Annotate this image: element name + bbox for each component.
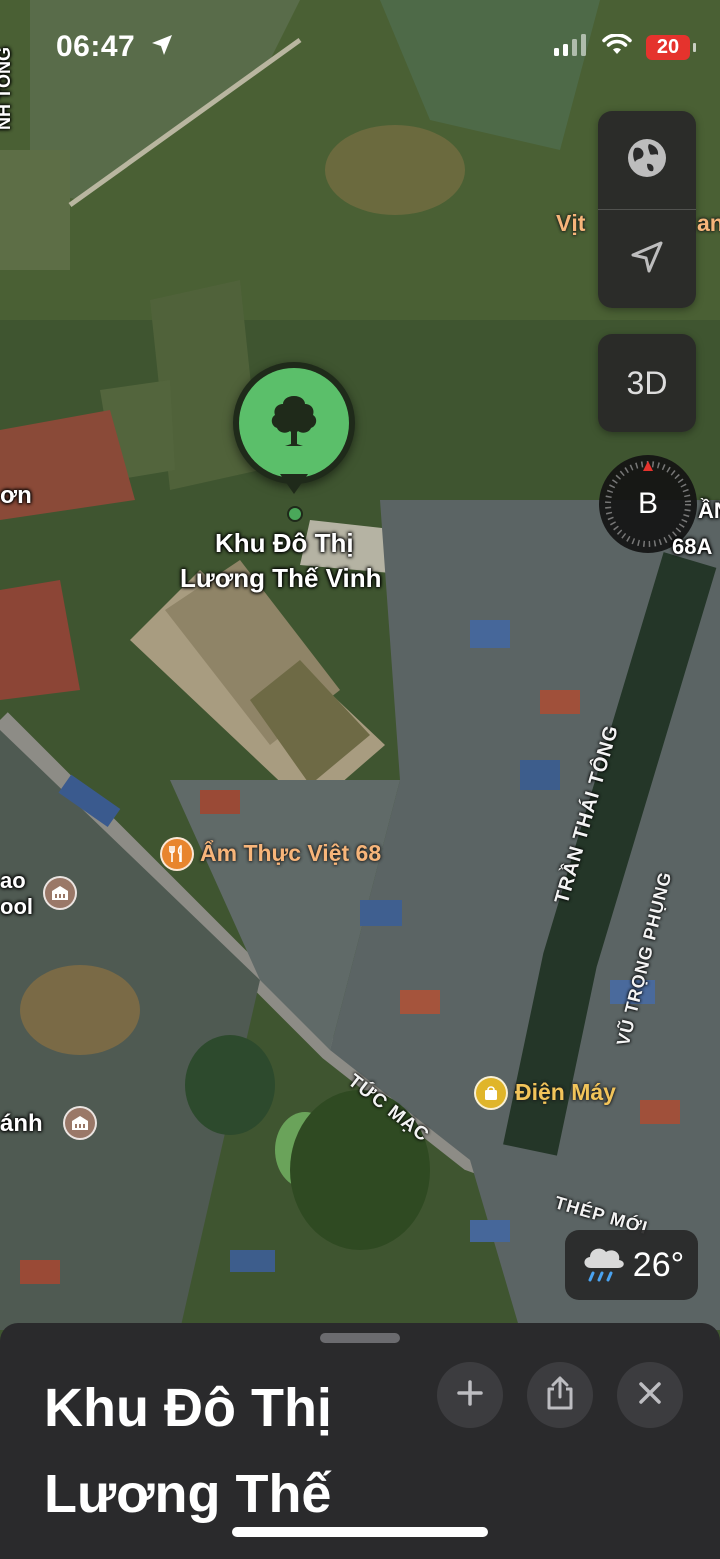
tree-icon (267, 392, 321, 455)
restaurant-poi-label[interactable]: Ẩm Thực Việt 68 (200, 840, 381, 867)
weather-temperature: 26° (632, 1245, 685, 1284)
school-poi-icon[interactable] (43, 876, 77, 910)
home-indicator[interactable] (232, 1527, 488, 1537)
share-button[interactable] (527, 1362, 593, 1428)
street-label-edge-left: NH TÔNG (0, 47, 14, 130)
cellular-signal-icon (554, 34, 588, 61)
place-label-partial-an: an (697, 210, 720, 236)
pin-label-line1: Khu Đô Thị (215, 528, 354, 558)
status-bar: 06:47 20 (0, 0, 720, 100)
status-right: 20 (554, 33, 696, 61)
rain-cloud-icon (579, 1240, 627, 1291)
plus-icon (455, 1378, 485, 1413)
selected-place-pin[interactable] (233, 362, 355, 484)
place-sheet[interactable]: Khu Đô Thị Lương Thế Vinh (0, 1323, 720, 1559)
map-style-button[interactable] (598, 111, 696, 209)
building-poi-icon[interactable] (63, 1106, 97, 1140)
restaurant-poi-icon[interactable] (160, 837, 194, 871)
wifi-icon (602, 33, 632, 61)
pin-tail (280, 474, 308, 494)
share-icon (544, 1375, 576, 1416)
location-arrow-outline-icon (627, 237, 667, 282)
pin-badge (239, 368, 349, 478)
place-label-partial-an-right: ẦN (698, 498, 720, 523)
pin-label-line2: Lương Thế Vinh (180, 563, 382, 593)
view-3d-group: 3D (598, 334, 696, 432)
place-label-partial-left: ơn (0, 482, 32, 509)
view-3d-label: 3D (626, 364, 668, 401)
poi-label-partial-anh: ánh (0, 1110, 43, 1137)
view-3d-button[interactable]: 3D (598, 334, 696, 432)
current-location-button[interactable] (598, 210, 696, 308)
shopping-bag-icon[interactable] (474, 1076, 508, 1110)
globe-icon (625, 136, 669, 185)
school-poi-label-partial: ao ool (0, 868, 33, 919)
compass-letter: B (637, 487, 658, 520)
battery-indicator: 20 (646, 35, 696, 60)
shop-poi-label[interactable]: Điện Máy (515, 1079, 616, 1106)
sheet-grabber[interactable] (320, 1333, 400, 1343)
weather-chip[interactable]: 26° (565, 1230, 698, 1300)
add-button[interactable] (437, 1362, 503, 1428)
close-icon (636, 1379, 664, 1412)
map-controls (598, 111, 696, 308)
close-button[interactable] (617, 1362, 683, 1428)
location-arrow-icon (150, 33, 174, 62)
place-label-partial-vit: Vịt (556, 210, 586, 236)
pin-location-dot (287, 506, 303, 522)
place-label-partial-68a: 68A (672, 534, 713, 559)
status-time: 06:47 (56, 30, 136, 63)
